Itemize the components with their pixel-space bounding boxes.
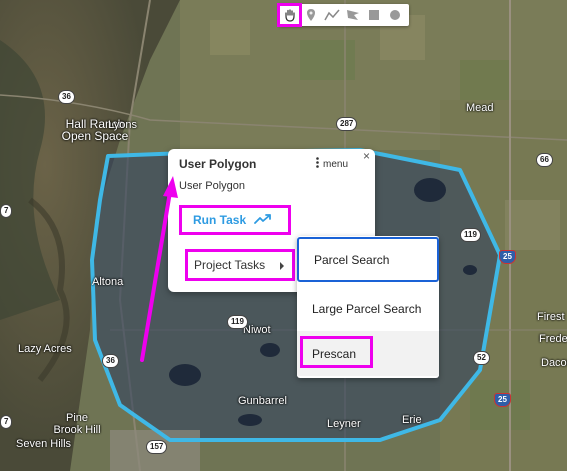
rectangle-icon: [368, 9, 380, 21]
kebab-menu-icon: [316, 157, 319, 171]
caret-right-icon: [280, 262, 284, 270]
circle-tool-button[interactable]: [384, 5, 405, 25]
hand-icon: [283, 8, 297, 22]
submenu-item-label: Parcel Search: [314, 252, 390, 267]
info-window-subtitle: User Polygon: [179, 180, 246, 192]
road-shield: 119: [227, 315, 248, 329]
polygon-icon: [346, 9, 360, 21]
run-task-button[interactable]: Run Task: [179, 205, 291, 235]
interstate-shield: 25: [499, 250, 516, 264]
submenu-item-large-parcel-search[interactable]: Large Parcel Search: [297, 286, 439, 331]
interstate-shield: 25: [494, 393, 511, 407]
place-label-gunbarrel: Gunbarrel: [238, 395, 287, 407]
road-shield: 52: [473, 351, 490, 365]
project-tasks-submenu: Parcel Search Large Parcel Search Presca…: [297, 236, 439, 378]
polyline-icon: [323, 9, 340, 21]
marker-tool-button[interactable]: [300, 5, 321, 25]
submenu-item-label: Large Parcel Search: [312, 301, 422, 316]
polygon-tool-button[interactable]: [342, 5, 363, 25]
polyline-tool-button[interactable]: [321, 5, 342, 25]
circle-icon: [389, 9, 401, 21]
place-label-seven-hills: Seven Hills: [16, 438, 72, 450]
place-label-lyons: Lyons: [108, 119, 137, 131]
place-label-mead: Mead: [466, 102, 494, 114]
close-icon[interactable]: ×: [363, 149, 370, 163]
rectangle-tool-button[interactable]: [363, 5, 384, 25]
place-label-dacon: Dacon: [541, 357, 567, 369]
info-window-menu-button[interactable]: menu: [316, 157, 348, 171]
place-label-erie: Erie: [402, 414, 422, 426]
run-task-label: Run Task: [193, 213, 247, 227]
submenu-item-label: Prescan: [312, 346, 357, 361]
road-shield: 36: [102, 354, 119, 368]
road-shield: 66: [536, 153, 553, 167]
project-tasks-label: Project Tasks: [194, 258, 266, 272]
marker-icon: [305, 8, 317, 22]
place-label-niwot: Niwot: [243, 324, 271, 336]
info-window-title: User Polygon: [179, 157, 257, 171]
submenu-item-prescan[interactable]: Prescan: [297, 331, 439, 376]
project-tasks-menu-item[interactable]: Project Tasks: [185, 249, 295, 281]
menu-label: menu: [323, 158, 349, 170]
place-label-altona: Altona: [92, 276, 124, 288]
place-label-leyner: Leyner: [327, 418, 361, 430]
road-shield: 36: [58, 90, 75, 104]
place-label-lazy-acres: Lazy Acres: [18, 343, 72, 355]
trending-up-icon: [254, 213, 272, 227]
pan-tool-button[interactable]: [277, 3, 302, 27]
road-shield: 119: [460, 228, 481, 242]
road-shield: 287: [336, 117, 358, 131]
road-shield: 157: [146, 440, 168, 454]
submenu-item-parcel-search[interactable]: Parcel Search: [297, 237, 439, 282]
drawing-toolbar: [277, 3, 409, 27]
place-label-pine-brook-hill: Pine Brook Hill: [53, 412, 101, 436]
place-label-frede: Frede: [539, 333, 567, 345]
place-label-firest: Firest: [537, 311, 565, 323]
